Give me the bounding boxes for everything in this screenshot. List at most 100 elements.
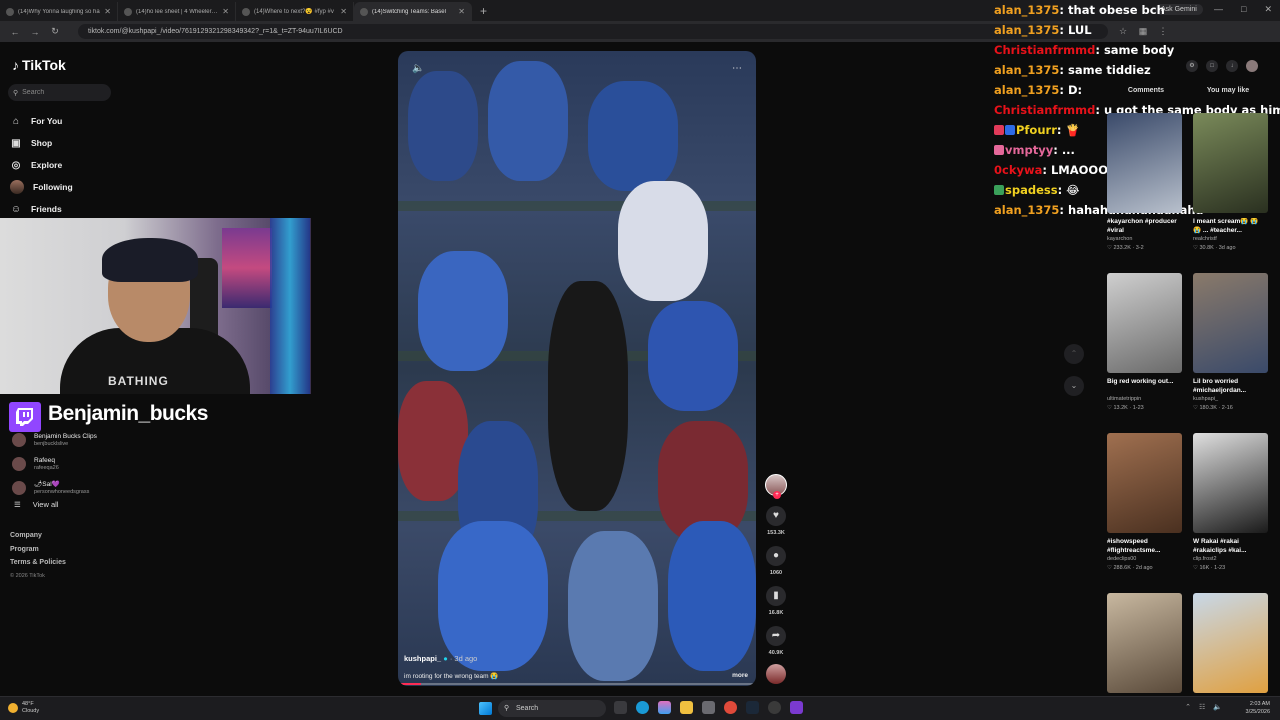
download-icon[interactable]: ↓ — [1226, 60, 1238, 72]
comment-button[interactable]: ● — [766, 546, 786, 566]
card-author[interactable]: kushpapi_ — [1193, 395, 1268, 404]
view-all-label: View all — [32, 500, 59, 509]
tab-close-icon[interactable]: ✕ — [222, 7, 229, 16]
search-icon: ⚲ — [504, 705, 510, 712]
card-author[interactable]: ultimatetrippin — [1107, 395, 1182, 404]
video-thumbnail[interactable] — [1107, 593, 1182, 693]
more-options-icon[interactable]: ⋯ — [732, 63, 742, 74]
tab-close-icon[interactable]: ✕ — [340, 7, 347, 16]
back-icon[interactable]: ← — [10, 27, 20, 37]
video-card[interactable]: #kayarchon #producer #viral kayarchon ♡ 23… — [1107, 113, 1182, 273]
sidebar-item-for-you[interactable]: ⌂ For You — [10, 110, 130, 132]
video-thumbnail[interactable] — [1193, 273, 1268, 373]
sidebar-item-shop[interactable]: ▣ Shop — [10, 132, 130, 154]
video-card[interactable]: Lil bro worried #michaeljordan... kushpap… — [1193, 273, 1268, 433]
like-button[interactable]: ♥ — [766, 506, 786, 526]
obs-icon[interactable] — [768, 701, 781, 714]
new-tab-button[interactable]: + — [472, 2, 495, 21]
tab-close-icon[interactable]: ✕ — [458, 7, 465, 16]
following-account[interactable]: 🌶Sal💜 personwhoneedsgrass — [12, 476, 142, 500]
chat-text: that obese bch — [1068, 3, 1165, 17]
tiktok-favicon-icon — [124, 7, 132, 16]
video-thumbnail[interactable] — [1107, 113, 1182, 213]
video-player[interactable]: 🔈 ⋯ kushpapi_ ● · 3d ago im rooting for … — [398, 51, 756, 686]
creator-avatar[interactable]: + — [765, 474, 787, 499]
video-thumbnail[interactable] — [1193, 593, 1268, 693]
browser-tab[interactable]: (14)Switching Teams: Basel ✕ — [354, 2, 472, 21]
footer-link[interactable]: Company — [10, 532, 66, 546]
list-icon: ☰ — [14, 500, 21, 509]
windows-start-icon[interactable] — [479, 702, 492, 715]
tab-close-icon[interactable]: ✕ — [104, 7, 111, 16]
video-thumbnail[interactable] — [1193, 433, 1268, 533]
tiktok-logo[interactable]: ♪ TikTok — [12, 57, 66, 73]
volume-icon[interactable]: 🔈 — [1213, 703, 1222, 711]
chrome-icon[interactable] — [724, 701, 737, 714]
sidebar-item-explore[interactable]: ◎ Explore — [10, 154, 130, 176]
card-author[interactable]: realchristf — [1193, 235, 1268, 244]
weather-widget[interactable]: 48°F Cloudy — [8, 701, 39, 715]
forward-icon[interactable]: → — [30, 27, 40, 37]
sidebar-item-friends[interactable]: ☺ Friends — [10, 198, 130, 220]
inbox-icon[interactable]: □ — [1206, 60, 1218, 72]
search-input[interactable] — [22, 89, 103, 96]
steam-icon[interactable] — [746, 701, 759, 714]
author-name[interactable]: kushpapi_ — [404, 654, 441, 663]
browser-tab[interactable]: (14)ho lee sheet | 4 Wheeler | T ✕ — [118, 2, 236, 21]
sidebar-item-following[interactable]: Following — [10, 176, 130, 198]
settings-icon[interactable]: ⚙ — [1186, 60, 1198, 72]
chat-message: Christianfrmmd: same body — [994, 40, 1280, 60]
wifi-icon[interactable]: ☷ — [1199, 703, 1205, 711]
tab-comments[interactable]: Comments — [1106, 87, 1186, 94]
copilot-icon[interactable] — [658, 701, 671, 714]
browser-tab[interactable]: (14)Why Yonna laughing so ha ✕ — [0, 2, 118, 21]
footer-link[interactable]: Program — [10, 546, 66, 560]
url-field[interactable]: tiktok.com/@kushpapi_/video/761912932129… — [78, 24, 1108, 39]
video-author[interactable]: kushpapi_ ● · 3d ago — [404, 654, 477, 663]
video-progress-bar[interactable] — [400, 683, 754, 685]
file-explorer-icon[interactable] — [680, 701, 693, 714]
tab-you-may-like[interactable]: You may like — [1188, 87, 1268, 94]
video-thumbnail[interactable] — [1107, 273, 1182, 373]
edge-icon[interactable] — [636, 701, 649, 714]
avatar — [12, 433, 26, 447]
follow-plus-icon[interactable]: + — [773, 491, 781, 499]
caption-more-link[interactable]: more — [732, 672, 748, 679]
clock[interactable]: 2:03 AM 3/25/2026 — [1246, 700, 1270, 716]
chat-text: same tiddiez — [1068, 63, 1151, 77]
following-account[interactable]: Rafeeq rafeeqa26 — [12, 452, 142, 476]
settings-icon[interactable] — [702, 701, 715, 714]
mute-icon[interactable]: 🔈 — [412, 63, 424, 74]
chat-separator: : — [1095, 43, 1104, 57]
taskbar-search[interactable]: ⚲ Search — [498, 700, 606, 717]
bookmark-button[interactable]: ▮ — [766, 586, 786, 606]
following-account[interactable]: Benjamin Bucks Clips benjbucklslive — [12, 428, 142, 452]
video-card[interactable]: Big red working out... ultimatetrippin ♡ 1… — [1107, 273, 1182, 433]
chat-separator: : — [1059, 3, 1069, 17]
card-author[interactable]: dedeclips00 — [1107, 555, 1182, 564]
chevron-up-icon[interactable]: ⌃ — [1185, 703, 1191, 711]
view-all-link[interactable]: ☰ View all — [14, 500, 58, 509]
browser-tab[interactable]: (14)Where to next?😵 #fyp #v ✕ — [236, 2, 354, 21]
reload-icon[interactable]: ↻ — [50, 26, 60, 37]
app-icon[interactable] — [790, 701, 803, 714]
video-card[interactable]: W Rakai #rakai #rakaiclips #kai... clip.f… — [1193, 433, 1268, 593]
card-meta: ♡ 180.3K · 2-16 — [1193, 405, 1233, 411]
video-card[interactable]: I meant scream😭 😭 😭 ... #teacher... realc… — [1193, 113, 1268, 273]
account-handle: rafeeqa26 — [34, 464, 59, 471]
footer-link[interactable]: Terms & Policies — [10, 559, 66, 573]
home-icon: ⌂ — [12, 115, 20, 127]
profile-avatar[interactable] — [1246, 60, 1258, 72]
card-author[interactable]: kayarchon — [1107, 235, 1182, 244]
task-view-icon[interactable] — [614, 701, 627, 714]
share-button[interactable]: ➦ — [766, 626, 786, 646]
card-author[interactable]: clip.frost2 — [1193, 555, 1268, 564]
sound-disc-icon[interactable] — [766, 664, 786, 684]
video-thumbnail[interactable] — [1193, 113, 1268, 213]
video-card[interactable]: #ishowspeed #flightreactsme... dedeclips0… — [1107, 433, 1182, 593]
next-video-button[interactable]: ⌄ — [1064, 376, 1084, 396]
previous-video-button[interactable]: ⌃ — [1064, 344, 1084, 364]
avatar — [10, 180, 24, 194]
search-box[interactable]: ⚲ — [8, 84, 111, 101]
video-thumbnail[interactable] — [1107, 433, 1182, 533]
